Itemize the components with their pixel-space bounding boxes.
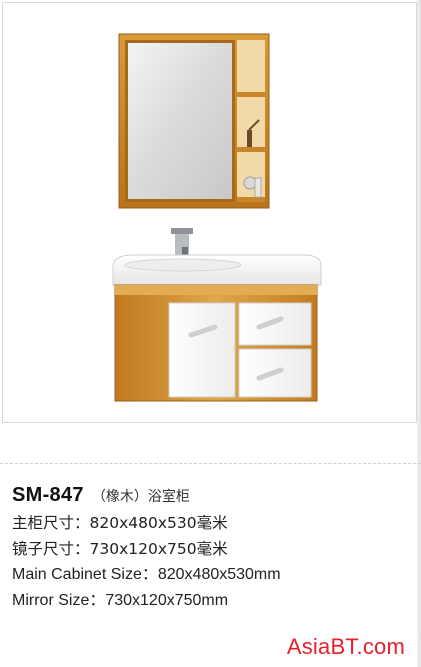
brand-watermark: AsiaBT.com	[287, 634, 405, 660]
product-title: SM-847 （橡木）浴室柜	[12, 484, 412, 510]
product-model: SM-847	[12, 484, 84, 506]
mirror-cabinet	[118, 33, 270, 209]
spec-mirror-en: Mirror Size：730x120x750mm	[12, 592, 229, 609]
spec-mirror-cn: 镜子尺寸：730x120x750毫米	[12, 540, 228, 558]
product-photo	[2, 2, 417, 423]
brand-name: AsiaBT	[286, 634, 357, 659]
cabinet-illustration	[112, 33, 322, 402]
brand-tld: .com	[356, 634, 405, 659]
spec-main-cabinet-cn: 主柜尺寸：820x480x530毫米	[12, 514, 228, 532]
vanity-cabinet	[112, 228, 322, 402]
product-subtitle: （橡木）浴室柜	[91, 489, 190, 505]
spec-main-cabinet-en: Main Cabinet Size：820x480x530mm	[12, 566, 281, 583]
product-info: SM-847 （橡木）浴室柜 主柜尺寸：820x480x530毫米 镜子尺寸：7…	[12, 484, 412, 614]
section-divider	[0, 463, 421, 464]
